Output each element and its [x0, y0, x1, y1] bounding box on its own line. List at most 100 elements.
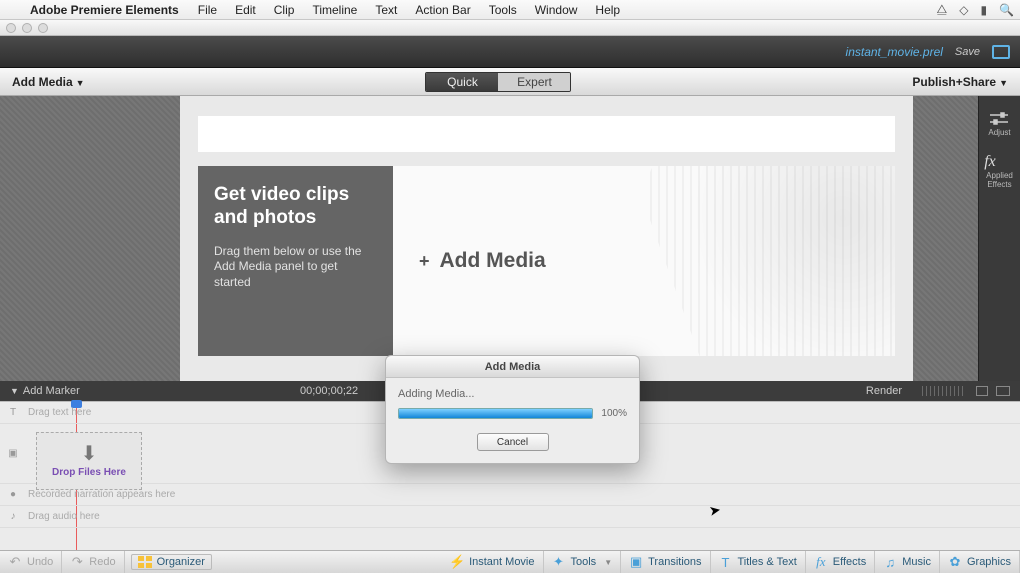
hero-text-panel: Get video clips and photos Drag them bel… — [198, 166, 393, 356]
sliders-icon — [988, 110, 1010, 128]
filmstrip-decor — [628, 166, 895, 356]
publish-share-dropdown[interactable]: Publish+Share▼ — [900, 75, 1020, 89]
menu-window[interactable]: Window — [526, 3, 587, 17]
graphics-icon: ✿ — [948, 554, 962, 570]
fx-icon: fx — [814, 554, 828, 570]
timecode: 00;00;00;22 — [300, 385, 358, 397]
publish-share-label: Publish+Share — [912, 75, 996, 89]
music-icon: ♫ — [883, 555, 897, 570]
progress-bar — [398, 408, 593, 419]
lightning-icon: ⚡ — [450, 554, 464, 570]
bottom-toolbar: ↶Undo ↷Redo Organizer ⚡Instant Movie ✦To… — [0, 550, 1020, 573]
chevron-down-icon: ▼ — [76, 78, 85, 88]
tab-quick[interactable]: Quick — [426, 73, 498, 91]
menu-edit[interactable]: Edit — [226, 3, 265, 17]
menu-actionbar[interactable]: Action Bar — [406, 3, 479, 17]
adjust-label: Adjust — [988, 128, 1010, 137]
narration-placeholder: Recorded narration appears here — [28, 489, 175, 500]
add-media-cta[interactable]: + Add Media — [393, 166, 895, 356]
preview-area: Get video clips and photos Drag them bel… — [180, 96, 913, 381]
zoom-window-icon[interactable] — [38, 23, 48, 33]
instant-movie-button[interactable]: ⚡Instant Movie — [442, 551, 543, 573]
fx-icon: fx — [979, 153, 1001, 171]
undo-button[interactable]: ↶Undo — [0, 551, 62, 573]
project-filename: instant_movie.prel — [846, 45, 943, 59]
mac-menubar[interactable]: Adobe Premiere Elements File Edit Clip T… — [0, 0, 1020, 20]
menu-tools[interactable]: Tools — [480, 3, 526, 17]
getting-started-hero: Get video clips and photos Drag them bel… — [198, 166, 895, 356]
battery-icon[interactable]: ▮ — [974, 3, 993, 17]
timeline-row-narration[interactable]: ● Recorded narration appears here — [0, 484, 1020, 506]
fullscreen-icon[interactable] — [992, 45, 1010, 59]
view-toggle-1-icon[interactable] — [976, 386, 988, 396]
menu-clip[interactable]: Clip — [265, 3, 304, 17]
menu-help[interactable]: Help — [586, 3, 629, 17]
disclosure-triangle-icon[interactable]: ▼ — [10, 386, 19, 396]
wrench-icon: ✦ — [552, 554, 566, 570]
mode-tabs: Quick Expert — [425, 72, 571, 92]
drop-files-label: Drop Files Here — [52, 467, 126, 478]
zoom-slider[interactable] — [922, 386, 966, 396]
plus-icon: + — [419, 251, 430, 272]
chevron-down-icon: ▼ — [604, 558, 612, 567]
video-track-icon: ▣ — [7, 448, 19, 460]
redo-icon: ↷ — [70, 554, 84, 570]
arrow-down-icon: ⬇ — [81, 444, 98, 464]
menu-file[interactable]: File — [189, 3, 226, 17]
spotlight-icon[interactable]: 🔍 — [993, 3, 1020, 17]
view-toggle-2-icon[interactable] — [996, 386, 1010, 396]
adjust-panel-button[interactable]: Adjust — [988, 110, 1010, 137]
graphics-button[interactable]: ✿Graphics — [940, 551, 1020, 573]
drop-files-target[interactable]: ⬇ Drop Files Here — [36, 432, 142, 490]
text-track-icon: T — [7, 407, 19, 419]
cancel-button[interactable]: Cancel — [477, 433, 549, 451]
organizer-button[interactable]: Organizer — [131, 554, 212, 570]
applied-effects-label: Applied Effects — [979, 171, 1020, 189]
audio-placeholder: Drag audio here — [28, 511, 100, 522]
music-button[interactable]: ♫Music — [875, 551, 940, 573]
app-header: instant_movie.prel Save — [0, 36, 1020, 68]
volume-icon[interactable]: ◇ — [953, 3, 974, 17]
add-marker-button[interactable]: Add Marker — [23, 385, 80, 397]
organizer-icon — [138, 556, 152, 568]
tools-dropdown[interactable]: ✦Tools▼ — [544, 551, 622, 573]
render-button[interactable]: Render — [866, 385, 902, 397]
progress-percent: 100% — [601, 408, 627, 419]
add-media-label: Add Media — [12, 75, 73, 89]
menu-text[interactable]: Text — [366, 3, 406, 17]
app-menu[interactable]: Adobe Premiere Elements — [20, 3, 189, 17]
applied-effects-button[interactable]: fx Applied Effects — [979, 153, 1020, 189]
mic-track-icon: ● — [7, 489, 19, 501]
window-traffic-lights — [0, 20, 1020, 36]
save-button[interactable]: Save — [955, 46, 980, 58]
effects-button[interactable]: fxEffects — [806, 551, 875, 573]
menu-timeline[interactable]: Timeline — [303, 3, 366, 17]
undo-icon: ↶ — [8, 554, 22, 570]
titles-text-button[interactable]: TTitles & Text — [711, 551, 806, 573]
dialog-message: Adding Media... — [398, 388, 627, 400]
add-media-dropdown[interactable]: Add Media▼ — [0, 75, 97, 89]
transitions-icon: ▣ — [629, 554, 643, 570]
add-media-cta-label: Add Media — [440, 249, 546, 273]
hero-title: Get video clips and photos — [214, 184, 377, 230]
stage-gutter-right — [913, 96, 978, 381]
close-window-icon[interactable] — [6, 23, 16, 33]
timeline-row-audio[interactable]: ♪ Drag audio here — [0, 506, 1020, 528]
dialog-title: Add Media — [386, 356, 639, 378]
text-track-placeholder: Drag text here — [28, 407, 91, 418]
transitions-button[interactable]: ▣Transitions — [621, 551, 710, 573]
tab-expert[interactable]: Expert — [498, 73, 570, 91]
right-side-panel: Adjust fx Applied Effects — [978, 96, 1020, 381]
preview-strip — [198, 116, 895, 152]
stage-gutter-left — [0, 96, 180, 381]
mode-toolbar: Add Media▼ Quick Expert Publish+Share▼ — [0, 68, 1020, 96]
chevron-down-icon: ▼ — [999, 78, 1008, 88]
wifi-icon[interactable]: ⧋ — [930, 2, 953, 17]
stage: Get video clips and photos Drag them bel… — [0, 96, 1020, 381]
cursor-icon: ➤ — [708, 501, 723, 520]
minimize-window-icon[interactable] — [22, 23, 32, 33]
music-track-icon: ♪ — [7, 511, 19, 523]
title-icon: T — [719, 555, 733, 570]
redo-button[interactable]: ↷Redo — [62, 551, 124, 573]
add-media-dialog: Add Media Adding Media... 100% Cancel — [385, 355, 640, 464]
